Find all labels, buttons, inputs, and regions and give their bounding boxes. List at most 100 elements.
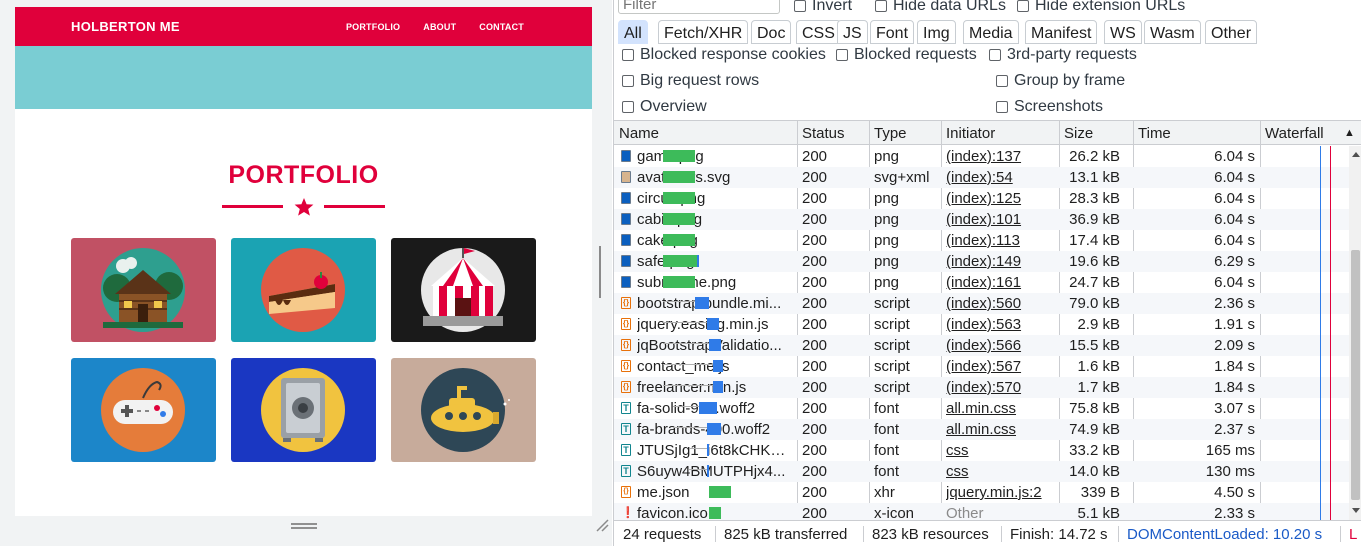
- request-initiator[interactable]: all.min.css: [946, 400, 1056, 417]
- request-row[interactable]: cake.png 200 png (index):113 17.4 kB 6.04 s: [614, 230, 1349, 251]
- request-name[interactable]: S6uyw4BMUTPHjx4...: [637, 463, 792, 480]
- request-name[interactable]: game.png: [637, 148, 792, 165]
- column-header-initiator[interactable]: Initiator: [946, 125, 995, 142]
- request-row[interactable]: avataaars.svg 200 svg+xml (index):54 13.1 kB…: [614, 167, 1349, 188]
- scroll-down-icon[interactable]: [1352, 508, 1360, 513]
- request-initiator[interactable]: (index):563: [946, 316, 1056, 333]
- request-initiator[interactable]: (index):113: [946, 232, 1056, 249]
- portfolio-card-safe[interactable]: [231, 358, 376, 462]
- request-initiator[interactable]: all.min.css: [946, 421, 1056, 438]
- column-header-status[interactable]: Status: [802, 125, 845, 142]
- request-initiator[interactable]: (index):560: [946, 295, 1056, 312]
- request-initiator[interactable]: (index):101: [946, 211, 1056, 228]
- request-name[interactable]: cake.png: [637, 232, 792, 249]
- request-row[interactable]: {} freelancer.min.js 200 script (index):570 1…: [614, 377, 1349, 398]
- blocked-response-cookies-box[interactable]: [622, 49, 634, 61]
- request-row[interactable]: {} contact_me.js 200 script (index):567 1.6 k…: [614, 356, 1349, 377]
- type-filter-wasm[interactable]: Wasm: [1144, 20, 1201, 44]
- big-request-rows-box[interactable]: [622, 75, 634, 87]
- panel-splitter[interactable]: [599, 246, 605, 298]
- nav-link-about[interactable]: ABOUT: [423, 22, 456, 32]
- blocked-response-cookies-checkbox[interactable]: Blocked response cookies: [622, 46, 826, 64]
- resize-corner-icon[interactable]: [595, 518, 609, 532]
- request-row[interactable]: game.png 200 png (index):137 26.2 kB 6.04 s: [614, 146, 1349, 167]
- portfolio-card-circus[interactable]: [391, 238, 536, 342]
- request-name[interactable]: cabin.png: [637, 211, 792, 228]
- third-party-requests-checkbox[interactable]: 3rd-party requests: [989, 46, 1137, 64]
- request-row[interactable]: circus.png 200 png (index):125 28.3 kB 6.04 s: [614, 188, 1349, 209]
- type-filter-img[interactable]: Img: [917, 20, 956, 44]
- request-name[interactable]: submarine.png: [637, 274, 792, 291]
- request-row[interactable]: safe.png 200 png (index):149 19.6 kB 6.29 s: [614, 251, 1349, 272]
- request-name[interactable]: bootstrap.bundle.mi...: [637, 295, 792, 312]
- request-initiator[interactable]: (index):149: [946, 253, 1056, 270]
- nav-link-contact[interactable]: CONTACT: [479, 22, 524, 32]
- type-filter-media[interactable]: Media: [963, 20, 1019, 44]
- hide-data-urls-box[interactable]: [875, 0, 887, 12]
- invert-checkbox[interactable]: Invert: [794, 0, 852, 15]
- request-row[interactable]: submarine.png 200 png (index):161 24.7 kB 6.0…: [614, 272, 1349, 293]
- filter-input[interactable]: [618, 0, 780, 14]
- overview-checkbox[interactable]: Overview: [622, 98, 707, 116]
- nav-link-portfolio[interactable]: PORTFOLIO: [346, 22, 400, 32]
- resize-handle-horizontal[interactable]: [291, 523, 317, 529]
- request-initiator[interactable]: (index):567: [946, 358, 1056, 375]
- request-list-scrollbar[interactable]: [1349, 146, 1361, 520]
- type-filter-all[interactable]: All: [618, 20, 648, 44]
- scroll-thumb[interactable]: [1351, 250, 1360, 500]
- type-filter-font[interactable]: Font: [870, 20, 915, 44]
- request-initiator[interactable]: (index):137: [946, 148, 1056, 165]
- request-row[interactable]: {} me.json 200 xhr jquery.min.js:2 339 B 4.50 …: [614, 482, 1349, 503]
- type-filter-manifest[interactable]: Manifest: [1025, 20, 1098, 44]
- request-initiator[interactable]: (index):125: [946, 190, 1056, 207]
- request-name[interactable]: JTUSjIg1_i6t8kCHKm...: [637, 442, 792, 459]
- request-initiator[interactable]: (index):566: [946, 337, 1056, 354]
- blocked-requests-checkbox[interactable]: Blocked requests: [836, 46, 977, 64]
- request-name[interactable]: safe.png: [637, 253, 792, 270]
- request-initiator[interactable]: (index):54: [946, 169, 1056, 186]
- type-filter-css[interactable]: CSS: [796, 20, 841, 44]
- request-row[interactable]: {} jquery.easing.min.js 200 script (index):5…: [614, 314, 1349, 335]
- site-brand[interactable]: HOLBERTON ME: [71, 19, 180, 34]
- request-row[interactable]: ❗ favicon.ico 200 x-icon Other 5.1 kB 2.33 s: [614, 503, 1349, 520]
- screenshots-box[interactable]: [996, 101, 1008, 113]
- column-header-time[interactable]: Time: [1138, 125, 1171, 142]
- column-header-name[interactable]: Name: [619, 125, 659, 142]
- request-initiator[interactable]: css: [946, 463, 1056, 480]
- request-row[interactable]: {} bootstrap.bundle.mi... 200 script (index)…: [614, 293, 1349, 314]
- screenshots-checkbox[interactable]: Screenshots: [996, 98, 1103, 116]
- request-initiator[interactable]: jquery.min.js:2: [946, 484, 1056, 501]
- request-name[interactable]: circus.png: [637, 190, 792, 207]
- request-row[interactable]: T S6uyw4BMUTPHjx4... 200 font css 14.0 kB 130 …: [614, 461, 1349, 482]
- scroll-up-icon[interactable]: [1352, 152, 1360, 157]
- request-row[interactable]: {}jqBootstrapValidatio...200script(index…: [614, 335, 1349, 356]
- column-header-size[interactable]: Size: [1064, 125, 1093, 142]
- request-name[interactable]: avataaars.svg: [637, 169, 792, 186]
- group-by-frame-checkbox[interactable]: Group by frame: [996, 72, 1125, 90]
- hide-extension-urls-box[interactable]: [1017, 0, 1029, 12]
- request-row[interactable]: T JTUSjIg1_i6t8kCHKm... 200 font css 33.2 kB 1…: [614, 440, 1349, 461]
- column-header-type[interactable]: Type: [874, 125, 907, 142]
- group-by-frame-box[interactable]: [996, 75, 1008, 87]
- portfolio-card-cake[interactable]: [231, 238, 376, 342]
- type-filter-fetch-xhr[interactable]: Fetch/XHR: [658, 20, 749, 44]
- request-row[interactable]: cabin.png 200 png (index):101 36.9 kB 6.04 s: [614, 209, 1349, 230]
- portfolio-card-submarine[interactable]: [391, 358, 536, 462]
- hide-extension-urls-checkbox[interactable]: Hide extension URLs: [1017, 0, 1185, 15]
- request-initiator[interactable]: (index):570: [946, 379, 1056, 396]
- request-initiator[interactable]: (index):161: [946, 274, 1056, 291]
- request-initiator[interactable]: css: [946, 442, 1056, 459]
- type-filter-doc[interactable]: Doc: [751, 20, 792, 44]
- request-row[interactable]: Tfa-solid-900.woff2 200 font all.min.css 75.…: [614, 398, 1349, 419]
- type-filter-js[interactable]: JS: [837, 20, 868, 44]
- third-party-requests-box[interactable]: [989, 49, 1001, 61]
- request-row[interactable]: Tfa-brands-400.woff2 200 font all.min.css 74…: [614, 419, 1349, 440]
- column-header-waterfall[interactable]: Waterfall: [1265, 125, 1324, 142]
- portfolio-card-game[interactable]: [71, 358, 216, 462]
- type-filter-ws[interactable]: WS: [1104, 20, 1142, 44]
- portfolio-card-cabin[interactable]: [71, 238, 216, 342]
- overview-box[interactable]: [622, 101, 634, 113]
- type-filter-other[interactable]: Other: [1205, 20, 1258, 44]
- blocked-requests-box[interactable]: [836, 49, 848, 61]
- big-request-rows-checkbox[interactable]: Big request rows: [622, 72, 759, 90]
